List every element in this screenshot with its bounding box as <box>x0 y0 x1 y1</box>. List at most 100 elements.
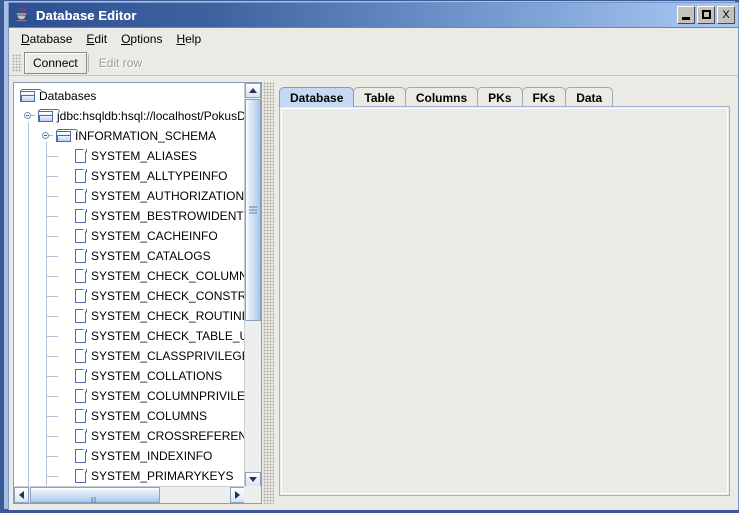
tab-columns[interactable]: Columns <box>404 87 479 107</box>
tree-expand-handle-icon[interactable] <box>24 112 35 121</box>
close-button[interactable]: X <box>717 6 735 24</box>
menu-help[interactable]: Help <box>169 30 208 48</box>
tree-node-label: INFORMATION_SCHEMA <box>75 129 217 143</box>
toolbar-drag-handle[interactable] <box>12 53 22 72</box>
table-file-icon <box>74 268 88 284</box>
tree-node-label: Databases <box>39 89 97 103</box>
tree-node-label: SYSTEM_COLLATIONS <box>91 369 223 383</box>
minimize-button[interactable] <box>677 6 695 24</box>
tab-data[interactable]: Data <box>565 87 614 107</box>
tree-connector-line <box>47 316 58 317</box>
hscroll-thumb-grip <box>91 492 99 503</box>
arrow-down-icon <box>249 477 257 482</box>
tree-connector-line <box>47 176 58 177</box>
window-frame: Database Editor X Database Edit Options … <box>0 0 739 513</box>
detail-pane: Database Table Columns PKs FKs Data <box>275 82 734 504</box>
table-file-icon <box>74 188 88 204</box>
folder-icon <box>38 109 60 123</box>
tree-connector-line <box>47 376 58 377</box>
maximize-button[interactable] <box>697 6 715 24</box>
menu-options[interactable]: Options <box>114 30 169 48</box>
tree-node-label: jdbc:hsqldb:hsql://localhost/PokusD <box>57 109 245 123</box>
tree-connector-line <box>47 196 58 197</box>
scrollbar-corner <box>244 486 261 503</box>
table-file-icon <box>74 368 88 384</box>
tree-connector-line <box>47 236 58 237</box>
scroll-down-button[interactable] <box>245 472 261 487</box>
table-file-icon <box>74 428 88 444</box>
tree-node-label: SYSTEM_INDEXINFO <box>91 449 213 463</box>
tab-database[interactable]: Database <box>279 87 355 107</box>
tree-node-label: SYSTEM_PRIMARYKEYS <box>91 469 234 483</box>
title-bar: Database Editor X <box>9 3 738 28</box>
tree-connector-line <box>47 416 58 417</box>
tree-node[interactable]: INFORMATION_SCHEMA <box>14 126 245 146</box>
window-title: Database Editor <box>36 7 137 23</box>
tree-node-label: SYSTEM_CHECK_ROUTINE_USAGE <box>91 309 245 323</box>
tab-fks[interactable]: FKs <box>521 87 567 107</box>
tab-label: PKs <box>488 90 512 105</box>
tree-node-label: SYSTEM_CHECK_COLUMN_USAGE <box>91 269 245 283</box>
tree-scroll-pane: Databases jdbc:hsqldb:hsql://localhost/Po… <box>13 82 262 504</box>
tree-node-label: SYSTEM_ALLTYPEINFO <box>91 169 228 183</box>
tree-node-label: SYSTEM_CATALOGS <box>91 249 211 263</box>
window-inner: Database Editor X Database Edit Options … <box>8 2 739 510</box>
tree-node-label: SYSTEM_CROSSREFERENCE <box>91 429 245 443</box>
close-icon: X <box>722 8 730 21</box>
tree-connector-line <box>47 396 58 397</box>
tree-node[interactable]: jdbc:hsqldb:hsql://localhost/PokusD <box>14 106 245 126</box>
scroll-left-button[interactable] <box>14 487 29 503</box>
tree-node-label: SYSTEM_AUTHORIZATIONS <box>91 189 245 203</box>
tree-connector-line <box>47 256 58 257</box>
menu-options-rest: ptions <box>130 32 163 46</box>
tree-node[interactable]: Databases <box>14 86 245 106</box>
table-file-icon <box>74 288 88 304</box>
tree-node-label: SYSTEM_BESTROWIDENTIFIER <box>91 209 245 223</box>
arrow-up-icon <box>249 88 257 93</box>
tab-label: FKs <box>532 90 556 105</box>
connect-button[interactable]: Connect <box>24 51 87 74</box>
tree-expand-handle-icon[interactable] <box>42 132 53 141</box>
tree-node-label: SYSTEM_COLUMNPRIVILEGES <box>91 389 245 403</box>
vertical-scroll-thumb[interactable] <box>245 99 261 321</box>
tree-connector-line <box>28 122 29 487</box>
window-bottom-strip <box>9 506 738 509</box>
tab-strip: Database Table Columns PKs FKs Data <box>279 86 614 107</box>
tab-label: Database <box>290 90 344 105</box>
java-coffee-cup-icon <box>13 6 31 24</box>
table-file-icon <box>74 228 88 244</box>
tree-connector-line <box>47 336 58 337</box>
scroll-right-button[interactable] <box>230 487 245 503</box>
tree-connector-line <box>47 296 58 297</box>
scroll-up-button[interactable] <box>245 83 261 98</box>
tab-table[interactable]: Table <box>353 87 406 107</box>
menu-database[interactable]: Database <box>14 30 79 48</box>
tab-content-panel <box>279 106 730 496</box>
folder-icon <box>56 129 78 143</box>
tree-node-label: SYSTEM_CLASSPRIVILEGES <box>91 349 245 363</box>
split-pane-divider[interactable] <box>263 82 274 504</box>
table-file-icon <box>74 148 88 164</box>
tree-vertical-scrollbar[interactable] <box>244 83 261 487</box>
table-file-icon <box>74 168 88 184</box>
tree-connector-line <box>47 436 58 437</box>
tree-node-label: SYSTEM_CHECK_CONSTRAINTS <box>91 289 245 303</box>
menu-help-rest: elp <box>185 32 202 46</box>
tab-content-inset <box>281 108 728 494</box>
table-file-icon <box>74 208 88 224</box>
window-controls: X <box>677 6 735 24</box>
horizontal-scroll-thumb[interactable] <box>30 487 160 503</box>
table-file-icon <box>74 308 88 324</box>
tab-label: Columns <box>415 90 468 105</box>
table-file-icon <box>74 248 88 264</box>
table-file-icon <box>74 388 88 404</box>
tab-label: Table <box>364 90 395 105</box>
arrow-left-icon <box>19 491 24 499</box>
table-file-icon <box>74 328 88 344</box>
menu-edit[interactable]: Edit <box>79 30 114 48</box>
edit-row-button: Edit row <box>98 55 143 70</box>
tab-pks[interactable]: PKs <box>477 87 523 107</box>
tree-horizontal-scrollbar[interactable] <box>14 486 245 503</box>
table-file-icon <box>74 448 88 464</box>
database-tree: Databases jdbc:hsqldb:hsql://localhost/Po… <box>14 86 245 487</box>
